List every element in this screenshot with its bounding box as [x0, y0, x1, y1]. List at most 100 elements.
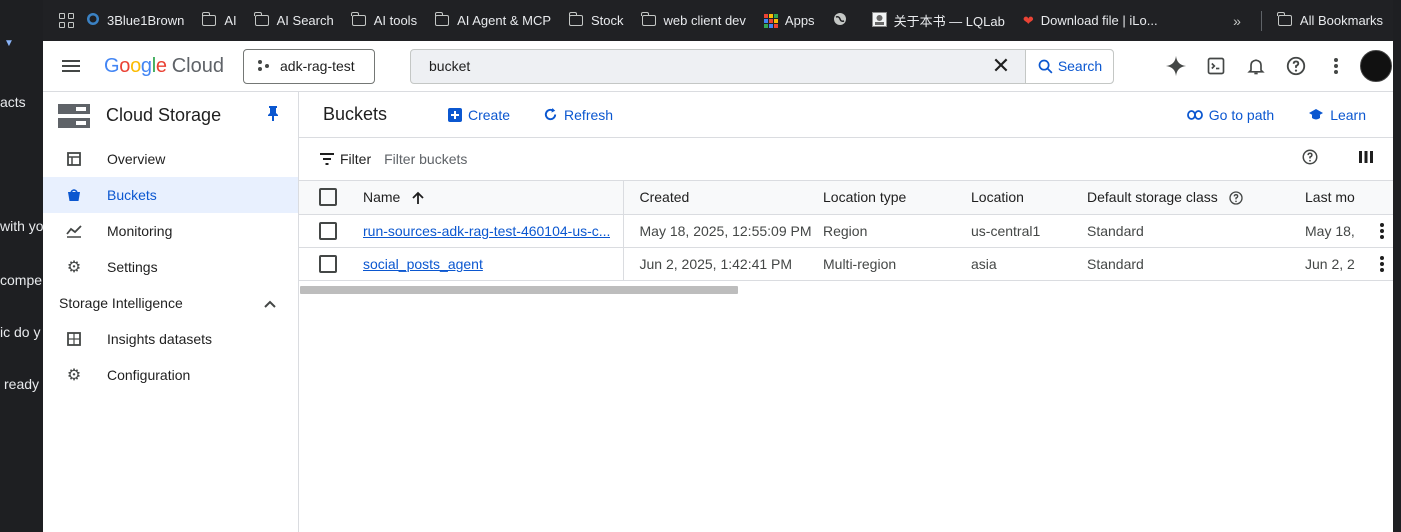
more-vert-icon[interactable] [1371, 255, 1393, 272]
bookmark-ai[interactable]: AI [201, 12, 237, 28]
column-header-location[interactable]: Location [971, 181, 1087, 215]
folder-icon [568, 12, 584, 26]
product-title: Cloud Storage [106, 105, 222, 125]
cloud-shell-button[interactable] [1196, 56, 1236, 76]
column-header-created[interactable]: Created [623, 181, 823, 215]
location-type-cell: Region [823, 214, 971, 248]
sidebar-item-label: Monitoring [107, 223, 173, 239]
background-text: acts [0, 94, 26, 110]
clear-search-button[interactable]: ✕ [977, 50, 1025, 83]
sidebar-item-label: Settings [107, 259, 158, 275]
storage-class-cell: Standard [1087, 214, 1305, 248]
filter-bar[interactable]: Filter Filter buckets [299, 138, 1393, 181]
school-icon [1309, 108, 1324, 119]
row-checkbox[interactable] [319, 221, 337, 240]
filter-label: Filter [340, 151, 372, 167]
refresh-button[interactable]: Refresh [543, 107, 613, 123]
sidebar-section-storage-intelligence[interactable]: Storage Intelligence [43, 285, 298, 321]
sidebar-item-buckets[interactable]: Buckets [43, 177, 298, 213]
more-options-button[interactable] [1316, 58, 1356, 74]
project-picker-button[interactable]: adk-rag-test [243, 48, 375, 84]
column-header-last-modified[interactable]: Last mo [1305, 181, 1371, 215]
column-header-default-storage-class[interactable]: Default storage class [1087, 181, 1305, 215]
column-display-icon[interactable] [1359, 150, 1373, 169]
bookmark-3blue1brown[interactable]: 3Blue1Brown [86, 12, 184, 29]
all-bookmarks-button[interactable]: All Bookmarks [1277, 12, 1383, 28]
last-modified-cell: May 18, [1305, 214, 1371, 248]
notifications-button[interactable] [1236, 56, 1276, 76]
filter-input[interactable]: Filter buckets [384, 151, 467, 167]
buckets-table: Name Created Location type Location Defa… [299, 181, 1393, 281]
sidebar-item-label: Insights datasets [107, 331, 213, 347]
horizontal-scrollbar[interactable] [300, 286, 738, 294]
project-name: adk-rag-test [280, 58, 355, 74]
bookmarks-overflow-button[interactable]: » [1233, 13, 1241, 29]
avatar[interactable] [1360, 50, 1392, 82]
console-header: Google Cloud adk-rag-test ✕ Search [43, 41, 1393, 92]
column-label: Created [639, 189, 690, 206]
3blue1brown-icon [86, 12, 100, 29]
sidebar-item-settings[interactable]: ⚙ Settings [43, 249, 298, 285]
search-input[interactable] [411, 49, 977, 83]
main-content: Buckets Create Refresh Go to path Learn … [299, 92, 1393, 532]
google-cloud-logo[interactable]: Google Cloud [104, 55, 243, 78]
table-header-row: Name Created Location type Location Defa… [299, 181, 1393, 215]
create-label: Create [468, 106, 511, 123]
help-icon[interactable] [1228, 190, 1244, 206]
bookmark-stock[interactable]: Stock [568, 12, 624, 28]
configuration-icon: ⚙ [66, 367, 82, 384]
sidebar-item-insights-datasets[interactable]: Insights datasets [43, 321, 298, 357]
folder-icon [434, 12, 450, 26]
go-to-path-button[interactable]: Go to path [1186, 106, 1275, 123]
menu-icon[interactable] [62, 57, 80, 75]
help-icon [1286, 56, 1306, 76]
page-toolbar: Buckets Create Refresh Go to path Learn [299, 92, 1393, 138]
refresh-icon [544, 107, 557, 121]
bookmarks-bar: 3Blue1Brown AI AI Search AI tools AI Age… [43, 0, 1393, 41]
settings-icon: ⚙ [66, 259, 82, 276]
bookmark-ai-tools[interactable]: AI tools [351, 12, 417, 28]
table-row: run-sources-adk-rag-test-460104-us-c... … [299, 214, 1393, 248]
location-cell: asia [971, 247, 1087, 281]
select-all-checkbox[interactable] [319, 188, 337, 207]
storage-class-cell: Standard [1087, 247, 1305, 281]
row-actions-cell [1371, 214, 1393, 248]
more-vert-icon[interactable] [1371, 222, 1393, 239]
bookmark-download-file[interactable]: ❤ Download file | iLo... [1023, 13, 1158, 29]
bookmark-apps[interactable]: Apps [763, 13, 815, 28]
gemini-button[interactable] [1156, 55, 1196, 77]
sidebar-item-monitoring[interactable]: Monitoring [43, 213, 298, 249]
bookmark-web-client-dev[interactable]: web client dev [641, 12, 746, 28]
help-button[interactable] [1276, 55, 1316, 77]
column-header-location-type[interactable]: Location type [823, 181, 971, 215]
insights-icon [66, 332, 82, 346]
heart-icon: ❤ [1022, 12, 1034, 28]
apps-launcher-icon[interactable] [59, 13, 74, 28]
bookmark-globe[interactable] [833, 12, 854, 29]
page-title: Buckets [323, 104, 388, 124]
bookmark-label: Download file | iLo... [1040, 13, 1158, 28]
bucket-link[interactable]: run-sources-adk-rag-test-460104-us-c... [363, 223, 610, 239]
bookmark-label: AI Search [276, 13, 334, 28]
learn-button[interactable]: Learn [1308, 107, 1366, 123]
gemini-sparkle-icon [1165, 55, 1187, 77]
create-button[interactable]: Create [448, 107, 510, 123]
search-button[interactable]: Search [1025, 49, 1113, 83]
bookmark-ai-agent-mcp[interactable]: AI Agent & MCP [434, 12, 551, 28]
pin-icon[interactable] [267, 105, 279, 126]
bookmark-lqlab[interactable]: 关于本书 — LQLab [871, 11, 1005, 30]
bookmark-ai-search[interactable]: AI Search [254, 12, 334, 28]
bucket-link[interactable]: social_posts_agent [363, 256, 483, 272]
bookmark-label: Stock [591, 13, 624, 28]
sidebar-item-overview[interactable]: Overview [43, 141, 298, 177]
sidebar-item-configuration[interactable]: ⚙ Configuration [43, 357, 298, 393]
folder-icon [641, 12, 656, 26]
background-window-edge [1393, 0, 1401, 532]
chevron-up-icon [264, 295, 276, 311]
column-header-name[interactable]: Name [363, 181, 624, 215]
row-checkbox[interactable] [319, 254, 337, 273]
column-label: Location [971, 189, 1024, 206]
sidebar-item-label: Overview [107, 151, 166, 167]
go-to-path-label: Go to path [1208, 106, 1275, 123]
help-icon[interactable] [1301, 148, 1319, 171]
